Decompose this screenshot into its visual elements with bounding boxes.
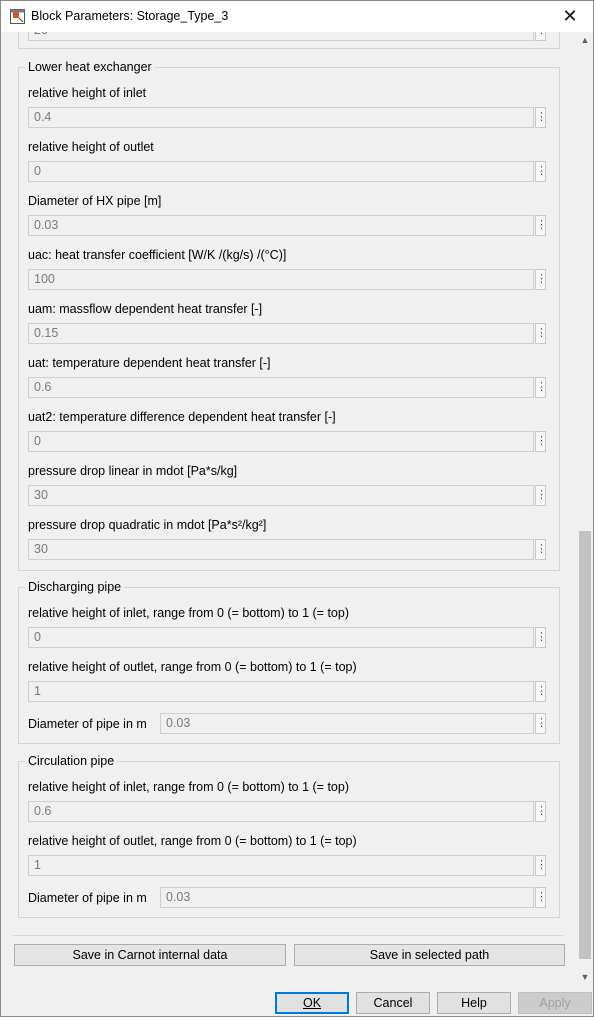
param-label: uat2: temperature difference dependent h… xyxy=(28,410,336,424)
help-button[interactable]: Help xyxy=(437,992,511,1014)
param-label: pressure drop linear in mdot [Pa*s/kg] xyxy=(28,464,238,478)
save-path-button[interactable]: Save in selected path xyxy=(294,944,565,966)
param-label: relative height of inlet xyxy=(28,86,147,100)
circulation-outlet-field[interactable]: 1 xyxy=(28,855,534,876)
window-title: Block Parameters: Storage_Type_3 xyxy=(31,9,229,23)
param-label: relative height of outlet, range from 0 … xyxy=(28,834,357,848)
param-field-pressure-drop-linear[interactable]: 30 xyxy=(28,485,534,506)
param-field-uat2[interactable]: 0 xyxy=(28,431,534,452)
panel-divider xyxy=(13,935,563,936)
param-label: relative height of outlet xyxy=(28,140,154,154)
discharging-diameter-field[interactable]: 0.03 xyxy=(160,713,534,734)
more-options-button[interactable]: ⋮ xyxy=(535,627,547,648)
group-title: Circulation pipe xyxy=(25,753,118,769)
more-options-button[interactable]: ⋮ xyxy=(535,431,547,452)
group-title: Discharging pipe xyxy=(25,579,125,595)
more-options-button[interactable]: ⋮ xyxy=(535,855,547,876)
more-options-button[interactable]: ⋮ xyxy=(535,539,547,560)
partial-top-field[interactable]: 20 xyxy=(28,32,534,41)
circulation-diameter-field[interactable]: 0.03 xyxy=(160,887,534,908)
param-label: relative height of inlet, range from 0 (… xyxy=(28,780,349,794)
partial-top-more-button[interactable]: ⋮ xyxy=(535,32,547,41)
param-label: Diameter of pipe in m xyxy=(28,717,147,731)
help-button-label: Help xyxy=(461,996,487,1010)
param-field-inlet-height[interactable]: 0.4 xyxy=(28,107,534,128)
param-label: uam: massflow dependent heat transfer [-… xyxy=(28,302,263,316)
scrollbar-thumb[interactable] xyxy=(579,531,591,959)
block-parameters-dialog: Block Parameters: Storage_Type_3 ✕ 20 ⋮ … xyxy=(0,0,594,1017)
scroll-down-icon[interactable]: ▼ xyxy=(577,969,593,986)
more-options-button[interactable]: ⋮ xyxy=(535,215,547,236)
param-label: uat: temperature dependent heat transfer… xyxy=(28,356,271,370)
more-options-button[interactable]: ⋮ xyxy=(535,801,547,822)
param-field-outlet-height[interactable]: 0 xyxy=(28,161,534,182)
cancel-button-label: Cancel xyxy=(373,996,413,1010)
param-field-uat[interactable]: 0.6 xyxy=(28,377,534,398)
circulation-inlet-field[interactable]: 0.6 xyxy=(28,801,534,822)
vertical-scrollbar[interactable]: ▲ ▼ xyxy=(577,32,593,986)
param-field-pressure-drop-quadratic[interactable]: 30 xyxy=(28,539,534,560)
more-options-button[interactable]: ⋮ xyxy=(535,681,547,702)
param-label: Diameter of pipe in m xyxy=(28,891,147,905)
discharging-inlet-field[interactable]: 0 xyxy=(28,627,534,648)
group-title: Lower heat exchanger xyxy=(25,59,155,75)
ok-button[interactable]: OK xyxy=(275,992,349,1014)
parameters-scroll-area: 20 ⋮ Lower heat exchanger relative heigh… xyxy=(1,32,577,986)
param-label: relative height of outlet, range from 0 … xyxy=(28,660,357,674)
scroll-up-icon[interactable]: ▲ xyxy=(577,32,593,49)
more-options-button[interactable]: ⋮ xyxy=(535,323,547,344)
save-internal-button[interactable]: Save in Carnot internal data xyxy=(14,944,286,966)
param-label: Diameter of HX pipe [m] xyxy=(28,194,162,208)
apply-button[interactable]: Apply xyxy=(518,992,592,1014)
more-options-button[interactable]: ⋮ xyxy=(535,269,547,290)
more-options-button[interactable]: ⋮ xyxy=(535,377,547,398)
cancel-button[interactable]: Cancel xyxy=(356,992,430,1014)
apply-button-label: Apply xyxy=(539,996,571,1010)
more-options-button[interactable]: ⋮ xyxy=(535,485,547,506)
more-options-button[interactable]: ⋮ xyxy=(535,107,547,128)
param-label: pressure drop quadratic in mdot [Pa*s²/k… xyxy=(28,518,267,532)
simulink-block-icon xyxy=(10,9,25,24)
param-field-uac[interactable]: 100 xyxy=(28,269,534,290)
discharging-outlet-field[interactable]: 1 xyxy=(28,681,534,702)
param-label: relative height of inlet, range from 0 (… xyxy=(28,606,349,620)
more-options-button[interactable]: ⋮ xyxy=(535,887,547,908)
more-options-button[interactable]: ⋮ xyxy=(535,713,547,734)
param-field-hx-diameter[interactable]: 0.03 xyxy=(28,215,534,236)
param-field-uam[interactable]: 0.15 xyxy=(28,323,534,344)
ok-button-label: OK xyxy=(302,996,322,1010)
title-bar[interactable]: Block Parameters: Storage_Type_3 ✕ xyxy=(1,1,593,32)
more-options-button[interactable]: ⋮ xyxy=(535,161,547,182)
param-label: uac: heat transfer coefficient [W/K /(kg… xyxy=(28,248,287,262)
close-icon[interactable]: ✕ xyxy=(547,1,593,32)
